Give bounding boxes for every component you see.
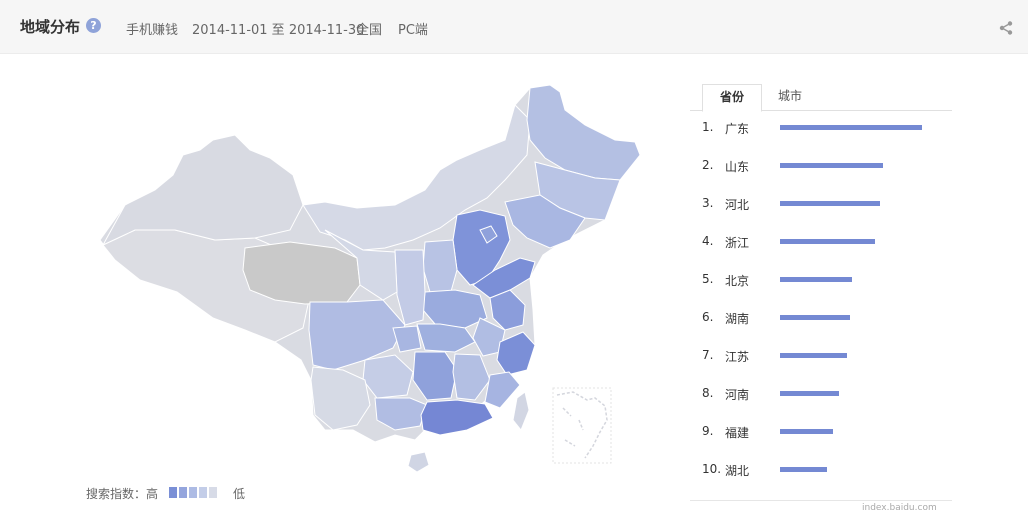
ranking-row[interactable]: 5. 北京 <box>690 270 952 290</box>
platform-selector[interactable]: PC端 <box>398 19 428 38</box>
question-icon[interactable]: ? <box>86 18 101 33</box>
ranking-row[interactable]: 8. 河南 <box>690 384 952 404</box>
china-choropleth-map <box>99 84 641 473</box>
ranking-row[interactable]: 2. 山东 <box>690 156 952 176</box>
ranking-row[interactable]: 4. 浙江 <box>690 232 952 252</box>
tab-city[interactable]: 城市 <box>764 84 816 110</box>
section-title: 地域分布 <box>20 18 81 36</box>
province-name: 山东 <box>725 160 750 174</box>
legend-low: 低 <box>233 487 246 501</box>
region-selector[interactable]: 全国 <box>356 19 382 38</box>
legend-label: 搜索指数： <box>86 487 147 501</box>
region-hainan <box>407 451 430 473</box>
header-bar: 地域分布 ? 手机赚钱 2014-11-01 至 2014-11-30 全国 P… <box>0 0 1028 54</box>
tab-province[interactable]: 省份 <box>702 84 762 112</box>
ranking-bar <box>780 125 922 130</box>
date-range[interactable]: 2014-11-01 至 2014-11-30 <box>192 19 364 38</box>
legend-swatch <box>189 487 197 498</box>
rank-number: 2. <box>702 158 714 172</box>
region-shanxi <box>422 239 458 296</box>
ranking-row[interactable]: 6. 湖南 <box>690 308 952 328</box>
rank-number: 6. <box>702 310 714 324</box>
ranking-bar <box>780 239 875 244</box>
rank-number: 7. <box>702 348 714 362</box>
province-name: 湖南 <box>725 312 750 326</box>
rank-number: 10. <box>702 462 722 476</box>
ranking-bar <box>780 467 827 472</box>
province-name: 河北 <box>725 198 750 212</box>
ranking-bar <box>780 277 852 282</box>
legend-swatch <box>199 487 207 498</box>
ranking-bar <box>780 163 883 168</box>
tab-bar: 省份 城市 <box>690 84 952 112</box>
province-name: 浙江 <box>725 236 750 250</box>
ranking-row[interactable]: 9. 福建 <box>690 422 952 442</box>
ranking-bar <box>780 429 833 434</box>
rank-number: 8. <box>702 386 714 400</box>
rank-number: 4. <box>702 234 714 248</box>
ranking-bar <box>780 353 847 358</box>
ranking-row[interactable]: 7. 江苏 <box>690 346 952 366</box>
legend: 搜索指数：高 <box>86 485 158 502</box>
rank-number: 9. <box>702 424 714 438</box>
south-sea-islands <box>556 391 608 459</box>
ranking-bar <box>780 201 880 206</box>
province-name: 湖北 <box>725 464 750 478</box>
ranking-row[interactable]: 1. 广东 <box>690 118 952 138</box>
rank-number: 3. <box>702 196 714 210</box>
province-name: 福建 <box>725 426 750 440</box>
region-guangdong <box>420 399 494 436</box>
province-name: 江苏 <box>725 350 750 364</box>
region-fujian <box>484 371 521 409</box>
divider <box>690 500 952 501</box>
ranking-bar <box>780 315 850 320</box>
legend-swatch <box>169 487 177 498</box>
ranking-row[interactable]: 3. 河北 <box>690 194 952 214</box>
rank-number: 5. <box>702 272 714 286</box>
rank-number: 1. <box>702 120 714 134</box>
province-name: 广东 <box>725 122 750 136</box>
ranking-row[interactable]: 10. 湖北 <box>690 460 952 480</box>
ranking-bar <box>780 391 839 396</box>
credit-text: index.baidu.com <box>862 503 937 513</box>
legend-swatch <box>209 487 217 498</box>
region-taiwan <box>512 391 530 431</box>
legend-swatch <box>179 487 187 498</box>
province-name: 河南 <box>725 388 750 402</box>
keyword-label: 手机赚钱 <box>126 23 179 38</box>
province-name: 北京 <box>725 274 750 288</box>
region-xinjiang <box>101 134 304 247</box>
legend-high: 高 <box>146 487 159 501</box>
share-icon[interactable] <box>998 20 1014 36</box>
region-qinghai <box>242 241 361 305</box>
